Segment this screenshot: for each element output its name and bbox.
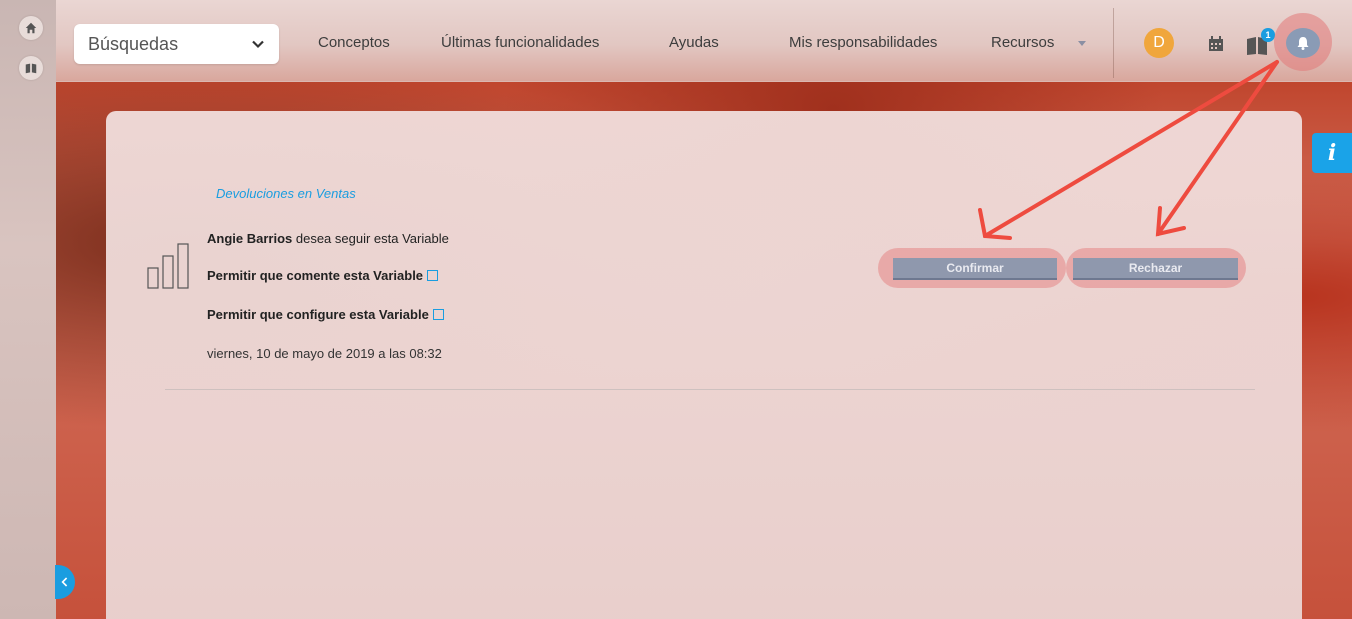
chevron-left-icon bbox=[61, 577, 68, 587]
permission-comment-row: Permitir que comente esta Variable bbox=[207, 268, 439, 283]
chevron-down-icon bbox=[252, 40, 264, 49]
notifications-button[interactable] bbox=[1286, 28, 1320, 58]
nav-recursos[interactable]: Recursos bbox=[991, 34, 1054, 51]
permission-comment-checkbox[interactable] bbox=[427, 270, 439, 281]
top-header: Búsquedas Conceptos Últimas funcionalida… bbox=[56, 0, 1352, 82]
home-icon bbox=[25, 22, 37, 34]
search-dropdown-value: Búsquedas bbox=[88, 33, 179, 54]
header-separator bbox=[1113, 8, 1114, 78]
variable-link[interactable]: Devoluciones en Ventas bbox=[216, 186, 356, 201]
info-tab[interactable]: i bbox=[1312, 133, 1352, 173]
permission-comment-label: Permitir que comente esta Variable bbox=[207, 268, 424, 283]
reject-button[interactable]: Rechazar bbox=[1073, 258, 1238, 280]
avatar[interactable]: D bbox=[1144, 28, 1174, 58]
library-button[interactable] bbox=[19, 56, 43, 80]
book-icon bbox=[25, 63, 37, 74]
nav-mis-responsabilidades[interactable]: Mis responsabilidades bbox=[789, 34, 937, 51]
caret-down-icon[interactable] bbox=[1077, 38, 1087, 48]
permission-configure-row: Permitir que configure esta Variable bbox=[207, 307, 444, 322]
request-date: viernes, 10 de mayo de 2019 a las 08:32 bbox=[207, 346, 442, 361]
left-rail bbox=[0, 0, 56, 619]
home-button[interactable] bbox=[19, 16, 43, 40]
request-text: desea seguir esta Variable bbox=[292, 231, 449, 246]
request-message: Angie Barrios desea seguir esta Variable bbox=[207, 231, 449, 246]
calendar-icon[interactable] bbox=[1206, 34, 1226, 54]
notification-badge: 1 bbox=[1261, 28, 1275, 42]
nav-ayudas[interactable]: Ayudas bbox=[669, 34, 719, 51]
bell-icon bbox=[1297, 37, 1309, 50]
nav-ultimas-funcionalidades[interactable]: Últimas funcionalidades bbox=[441, 34, 599, 51]
bar-chart-icon bbox=[147, 243, 189, 289]
requester-name: Angie Barrios bbox=[207, 231, 293, 246]
nav-conceptos[interactable]: Conceptos bbox=[318, 34, 390, 51]
confirm-button[interactable]: Confirmar bbox=[893, 258, 1057, 280]
permission-configure-label: Permitir que configure esta Variable bbox=[207, 307, 429, 322]
search-dropdown[interactable]: Búsquedas bbox=[74, 24, 279, 64]
divider bbox=[165, 389, 1255, 390]
permission-configure-checkbox[interactable] bbox=[432, 309, 444, 320]
